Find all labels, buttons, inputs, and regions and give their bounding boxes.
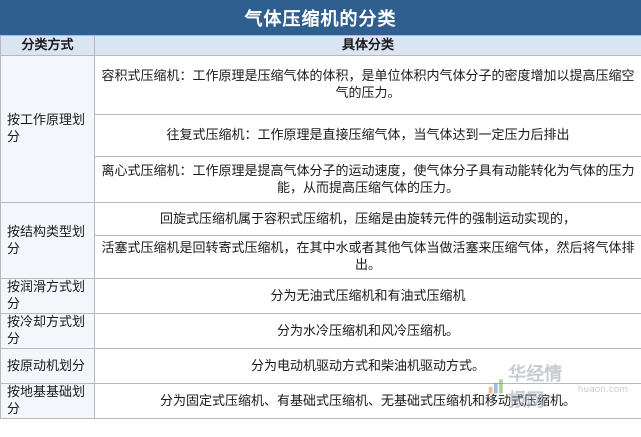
table-row: 按原动机划分 分为电动机驱动方式和柴油机驱动方式。 bbox=[0, 348, 641, 384]
category-cell: 按结构类型划分 bbox=[0, 202, 95, 279]
page-title: 气体压缩机的分类 bbox=[0, 0, 641, 35]
detail-cell: 离心式压缩机：工作原理是提高气体分子的运动速度，使气体分子具有动能转化为气体的压… bbox=[94, 156, 641, 203]
detail-cell: 活塞式压缩机是回转寄式压缩机，在其中水或者其他气体当做活塞来压缩气体，然后将气体… bbox=[94, 235, 641, 279]
category-cell: 按工作原理划分 bbox=[0, 55, 95, 203]
table-row: 按工作原理划分 容积式压缩机：工作原理是压缩气体的体积，是单位体积内气体分子的密… bbox=[0, 55, 641, 203]
table-row: 按润滑方式划分 分为无油式压缩机和有油式压缩机 bbox=[0, 278, 641, 314]
table-row: 离心式压缩机：工作原理是提高气体分子的运动速度，使气体分子具有动能转化为气体的压… bbox=[1, 156, 641, 203]
detail-cell: 往复式压缩机：工作原理是直接压缩气体，当气体达到一定压力后排出 bbox=[94, 114, 641, 157]
detail-cell: 容积式压缩机：工作原理是压缩气体的体积，是单位体积内气体分子的密度增加以提高压缩… bbox=[94, 55, 641, 115]
table-row: 按结构类型划分 回旋式压缩机属于容积式压缩机，压缩是由旋转元件的强制运动实现的， bbox=[0, 202, 641, 279]
header-classification-method: 分类方式 bbox=[0, 35, 95, 56]
page: 气体压缩机的分类 分类方式 具体分类 按工作原理划分 容积式压缩机：工作原理是压… bbox=[0, 0, 641, 437]
category-cell: 按冷却方式划分 bbox=[0, 313, 95, 349]
category-cell: 按润滑方式划分 bbox=[0, 278, 95, 314]
classification-table: 分类方式 具体分类 按工作原理划分 容积式压缩机：工作原理是压缩气体的体积，是单… bbox=[0, 35, 641, 419]
detail-cell: 分为电动机驱动方式和柴油机驱动方式。 bbox=[94, 348, 641, 384]
detail-cell: 分为水冷压缩机和风冷压缩机。 bbox=[94, 313, 641, 349]
table-row: 活塞式压缩机是回转寄式压缩机，在其中水或者其他气体当做活塞来压缩气体，然后将气体… bbox=[1, 235, 641, 279]
table-row: 按冷却方式划分 分为水冷压缩机和风冷压缩机。 bbox=[0, 313, 641, 349]
category-cell: 按原动机划分 bbox=[0, 348, 95, 384]
detail-cell: 回旋式压缩机属于容积式压缩机，压缩是由旋转元件的强制运动实现的， bbox=[94, 202, 641, 236]
table-row: 按地基基础划分 分为固定式压缩机、有基础式压缩机、无基础式压缩机和移动式压缩机。 bbox=[0, 383, 641, 419]
detail-cell: 分为固定式压缩机、有基础式压缩机、无基础式压缩机和移动式压缩机。 bbox=[94, 383, 641, 419]
table-header-row: 分类方式 具体分类 bbox=[0, 35, 641, 56]
header-specific-classification: 具体分类 bbox=[94, 35, 641, 56]
table-row: 往复式压缩机：工作原理是直接压缩气体，当气体达到一定压力后排出 bbox=[1, 114, 641, 157]
category-cell: 按地基基础划分 bbox=[0, 383, 95, 419]
detail-cell: 分为无油式压缩机和有油式压缩机 bbox=[94, 278, 641, 314]
